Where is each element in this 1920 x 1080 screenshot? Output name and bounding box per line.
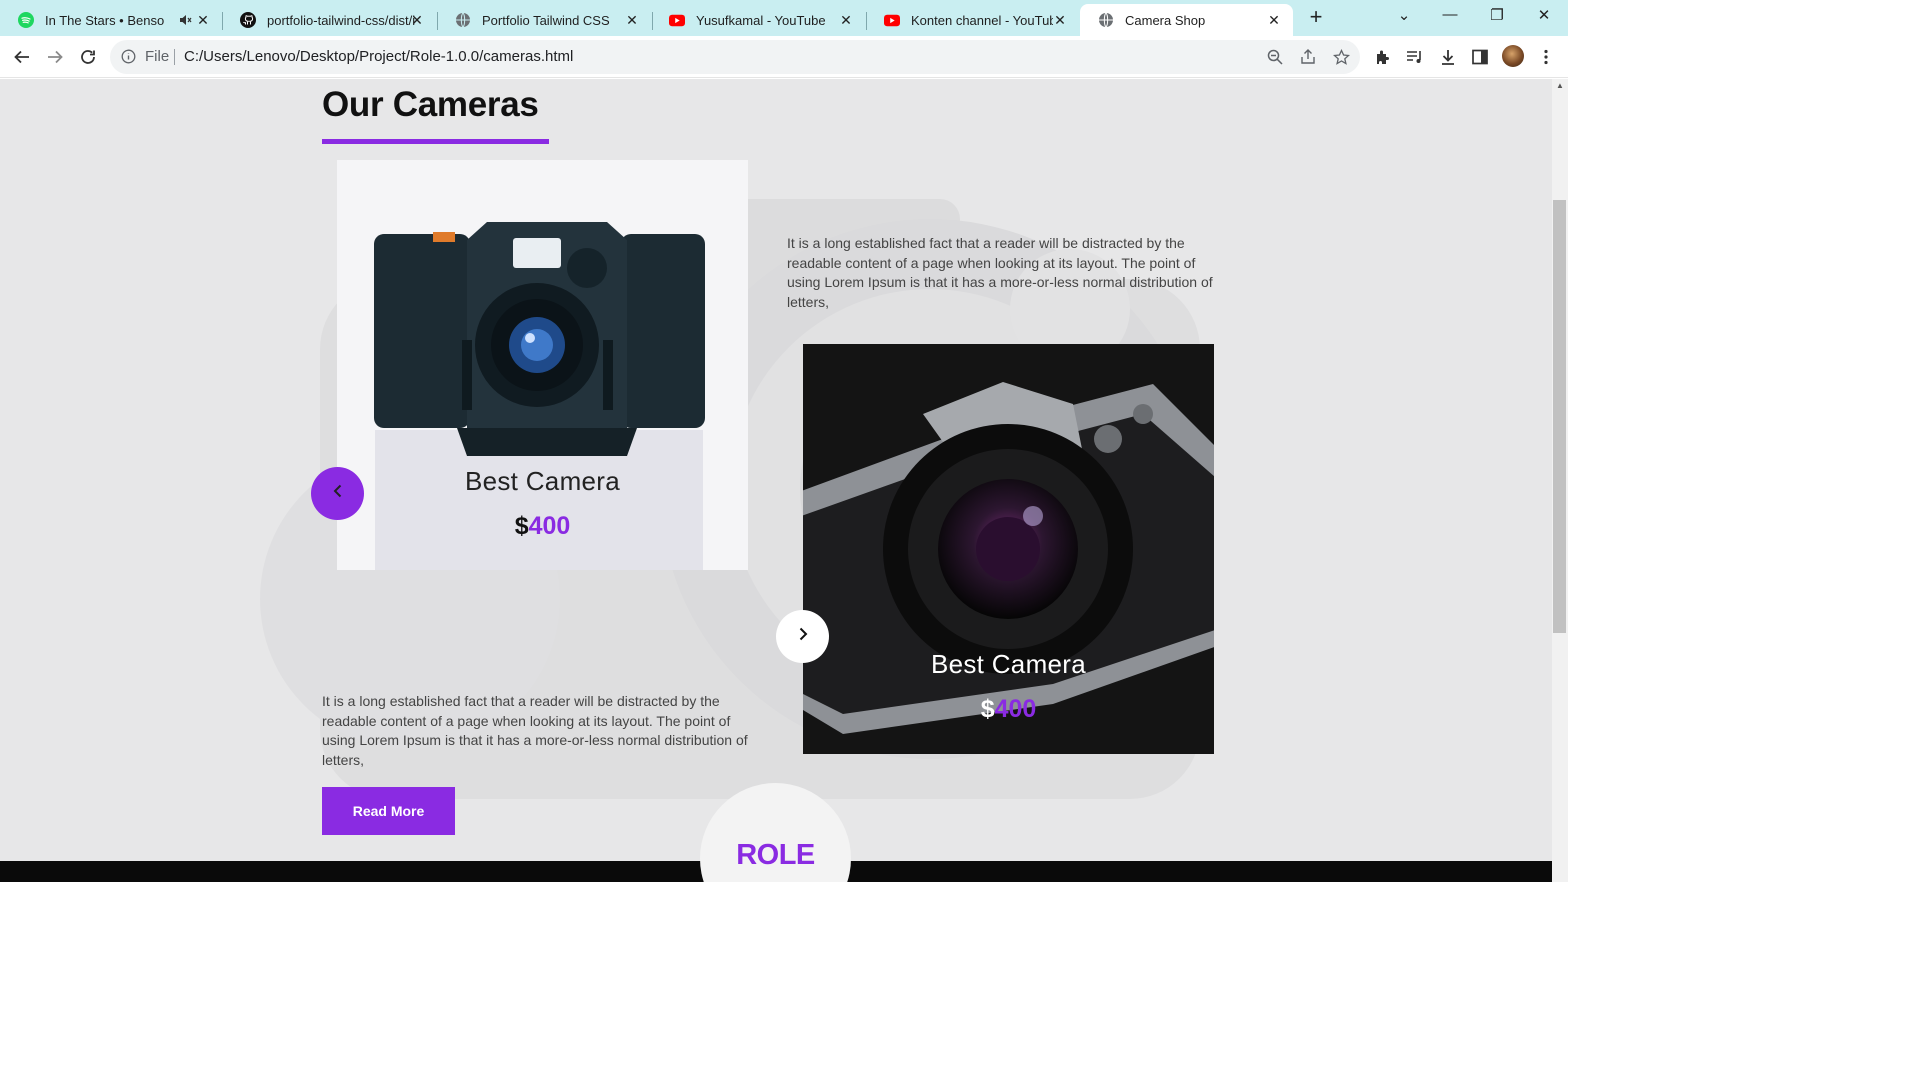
audio-muted-icon[interactable] xyxy=(178,13,192,30)
minimize-button[interactable]: — xyxy=(1438,6,1462,26)
camera-card[interactable]: Best Camera $400 xyxy=(803,344,1214,754)
card-title: Best Camera xyxy=(930,649,1087,679)
tab-title: Konten channel - YouTube xyxy=(911,12,1053,28)
carousel-next-button[interactable] xyxy=(776,610,829,663)
divider xyxy=(174,49,175,65)
browser-toolbar: File C:/Users/Lenovo/Desktop/Project/Rol… xyxy=(0,36,1568,78)
compact-camera-image xyxy=(337,160,748,570)
menu-kebab-icon[interactable] xyxy=(1536,47,1556,67)
close-window-button[interactable]: ✕ xyxy=(1532,6,1556,26)
tab-search-icon[interactable]: ⌄ xyxy=(1392,6,1416,26)
globe-icon xyxy=(1098,12,1114,28)
url-text[interactable]: C:/Users/Lenovo/Desktop/Project/Role-1.0… xyxy=(184,48,573,65)
page-title: Our Cameras xyxy=(322,85,539,124)
scheme-label: File xyxy=(145,48,170,65)
chevron-left-icon xyxy=(332,484,344,503)
price-value: 400 xyxy=(528,512,571,540)
forward-icon[interactable] xyxy=(43,45,67,69)
media-control-icon[interactable] xyxy=(1405,47,1425,67)
close-tab-icon[interactable]: ✕ xyxy=(837,11,855,29)
price-currency: $ xyxy=(514,512,529,540)
address-bar[interactable]: File C:/Users/Lenovo/Desktop/Project/Rol… xyxy=(110,40,1360,74)
scroll-up-icon[interactable]: ▲ xyxy=(1553,81,1567,95)
bookmark-star-icon[interactable] xyxy=(1332,48,1350,66)
reload-icon[interactable] xyxy=(76,45,100,69)
tab-title: Camera Shop xyxy=(1125,12,1206,28)
close-tab-icon[interactable]: ✕ xyxy=(623,11,641,29)
globe-icon xyxy=(455,12,471,28)
description-text: It is a long established fact that a rea… xyxy=(322,693,748,768)
download-icon[interactable] xyxy=(1438,47,1458,67)
new-tab-button[interactable]: + xyxy=(1306,6,1326,28)
tab-title: portfolio-tailwind-css/dist/i xyxy=(267,12,416,28)
tab-github[interactable]: portfolio-tailwind-css/dist/i ✕ xyxy=(222,4,436,36)
spotify-icon xyxy=(18,12,34,28)
price-value: 400 xyxy=(994,695,1037,723)
read-more-button[interactable]: Read More xyxy=(322,787,455,835)
tab-camera-shop[interactable]: Camera Shop ✕ xyxy=(1080,4,1293,36)
side-panel-icon[interactable] xyxy=(1470,47,1490,67)
youtube-icon xyxy=(884,12,900,28)
price-currency: $ xyxy=(980,695,995,723)
tab-youtube-yusufkamal[interactable]: Yusufkamal - YouTube ✕ xyxy=(651,4,865,36)
tab-title: Portfolio Tailwind CSS xyxy=(482,12,610,28)
profile-avatar[interactable] xyxy=(1502,45,1524,67)
page-viewport: Our Cameras Best Camera $400 Best Camera… xyxy=(0,79,1552,882)
tab-portfolio[interactable]: Portfolio Tailwind CSS ✕ xyxy=(437,4,651,36)
close-tab-icon[interactable]: ✕ xyxy=(1265,11,1283,29)
tab-youtube-konten[interactable]: Konten channel - YouTube ✕ xyxy=(866,4,1079,36)
youtube-icon xyxy=(669,12,685,28)
chevron-right-icon xyxy=(797,627,809,646)
card-price: $400 xyxy=(337,512,748,541)
back-icon[interactable] xyxy=(10,45,34,69)
carousel-prev-button[interactable] xyxy=(311,467,364,520)
tab-title: In The Stars • Benson Boone xyxy=(45,12,165,28)
share-icon[interactable] xyxy=(1299,48,1317,66)
card-title: Best Camera xyxy=(464,466,621,496)
scrollbar-thumb[interactable] xyxy=(1553,200,1566,633)
camera-card[interactable]: Best Camera $400 xyxy=(337,160,748,570)
close-tab-icon[interactable]: ✕ xyxy=(1051,11,1069,29)
close-tab-icon[interactable]: ✕ xyxy=(408,11,426,29)
card-price: $400 xyxy=(803,695,1214,724)
tab-spotify[interactable]: In The Stars • Benson Boone ✕ xyxy=(0,4,222,36)
slr-camera-image xyxy=(803,344,1214,754)
close-tab-icon[interactable]: ✕ xyxy=(194,11,212,29)
github-icon xyxy=(240,12,256,28)
description-text: It is a long established fact that a rea… xyxy=(787,235,1213,310)
restore-button[interactable]: ❐ xyxy=(1485,6,1509,26)
extensions-icon[interactable] xyxy=(1372,47,1392,67)
zoom-icon[interactable] xyxy=(1266,48,1284,66)
tab-title: Yusufkamal - YouTube xyxy=(696,12,826,28)
title-underline xyxy=(322,139,549,144)
tab-strip: In The Stars • Benson Boone ✕ portfolio-… xyxy=(0,0,1568,36)
brand-logo-text: ROLE xyxy=(736,839,815,871)
info-icon[interactable] xyxy=(121,49,136,69)
